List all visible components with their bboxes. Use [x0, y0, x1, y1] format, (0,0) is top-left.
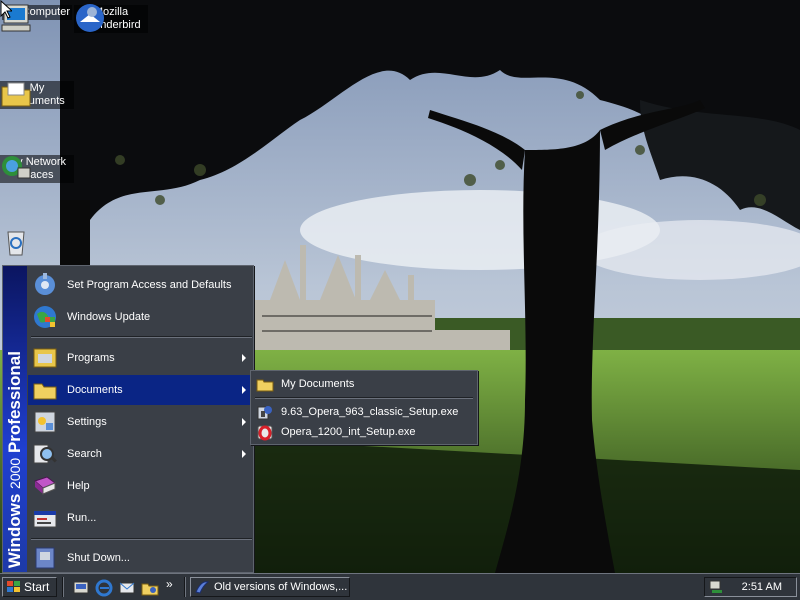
menu-item-program-access[interactable]: Set Program Access and Defaults [28, 270, 253, 300]
menu-item-label: Shut Down... [67, 552, 130, 564]
run-icon [33, 510, 57, 528]
network-tray-icon[interactable] [708, 579, 724, 595]
menu-item-help[interactable]: Help [28, 471, 253, 501]
taskbar: Start » Old versions of Windows,... 2:51… [0, 573, 800, 600]
start-menu: Windows 2000 Professional Set Program Ac… [2, 265, 254, 573]
network-places-icon [2, 156, 31, 179]
banner-edition: Professional [5, 350, 24, 453]
task-button-label: Old versions of Windows,... [214, 581, 348, 593]
submenu-item-opera-963-setup[interactable]: 9.63_Opera_963_classic_Setup.exe [253, 401, 475, 423]
taskbar-separator [184, 577, 186, 597]
desktop-icon-thunderbird[interactable]: Mozilla Thunderbird [74, 2, 148, 33]
documents-folder-icon [33, 383, 57, 400]
desktop-icon-network-places[interactable]: My Network Places [0, 152, 74, 183]
setup-exe-icon [257, 406, 272, 420]
my-documents-icon [1, 82, 31, 107]
menu-item-documents[interactable]: Documents [28, 375, 253, 405]
start-label: Start [24, 580, 50, 594]
submenu-item-opera-1200-setup[interactable]: Opera_1200_int_Setup.exe [253, 421, 475, 443]
quick-launch-overflow-button[interactable]: » [166, 577, 173, 591]
clock[interactable]: 2:51 AM [742, 581, 782, 593]
program-access-icon [35, 273, 55, 295]
search-icon [33, 444, 57, 464]
menu-item-settings[interactable]: Settings [28, 407, 253, 437]
submenu-arrow-icon [242, 450, 246, 458]
opera-icon [257, 425, 273, 441]
settings-icon [34, 411, 56, 433]
task-button-window[interactable]: Old versions of Windows,... [190, 577, 350, 597]
windows-logo-icon [7, 581, 20, 592]
menu-item-run[interactable]: Run... [28, 503, 253, 533]
windows-update-icon [34, 306, 56, 328]
submenu-item-my-documents[interactable]: My Documents [253, 373, 475, 395]
documents-submenu: My Documents 9.63_Opera_963_classic_Setu… [250, 370, 478, 445]
window-app-icon [195, 581, 210, 594]
shut-down-icon [35, 547, 55, 569]
folder-icon [256, 379, 274, 392]
show-desktop-icon[interactable] [72, 579, 90, 597]
menu-item-label: Search [67, 448, 102, 460]
menu-item-label: Programs [67, 352, 115, 364]
submenu-arrow-icon [242, 354, 246, 362]
submenu-separator [255, 397, 473, 399]
system-tray: 2:51 AM [704, 577, 797, 597]
internet-explorer-icon[interactable] [95, 579, 113, 597]
mouse-cursor [0, 0, 12, 19]
menu-item-label: Run... [67, 512, 97, 524]
banner-version: 2000 [7, 457, 23, 489]
outlook-express-icon[interactable] [118, 579, 136, 597]
submenu-item-label: My Documents [281, 378, 355, 390]
menu-item-label: Windows Update [67, 311, 151, 323]
start-menu-banner: Windows 2000 Professional [3, 266, 27, 572]
menu-item-label: Set Program Access and Defaults [67, 279, 232, 291]
banner-brand: Windows [5, 493, 24, 568]
menu-item-label: Help [67, 480, 90, 492]
submenu-arrow-icon [242, 386, 246, 394]
menu-item-windows-update[interactable]: Windows Update [28, 302, 253, 332]
start-button[interactable]: Start [2, 577, 57, 597]
menu-separator [31, 538, 252, 540]
taskbar-separator [62, 577, 64, 597]
programs-icon [33, 348, 57, 368]
recycle-bin-icon [7, 231, 25, 256]
menu-item-programs[interactable]: Programs [28, 343, 253, 373]
menu-item-label: Settings [67, 416, 107, 428]
help-book-icon [34, 476, 56, 495]
menu-item-shut-down[interactable]: Shut Down... [28, 543, 253, 573]
submenu-item-label: 9.63_Opera_963_classic_Setup.exe [281, 406, 459, 418]
menu-separator [31, 336, 252, 338]
menu-item-label: Documents [67, 384, 123, 396]
submenu-item-label: Opera_1200_int_Setup.exe [281, 426, 416, 438]
thunderbird-icon [76, 4, 104, 32]
desktop-icon-my-documents[interactable]: My Documents [0, 78, 74, 109]
menu-item-search[interactable]: Search [28, 439, 253, 469]
windows-explorer-icon[interactable] [141, 579, 159, 597]
submenu-arrow-icon [242, 418, 246, 426]
